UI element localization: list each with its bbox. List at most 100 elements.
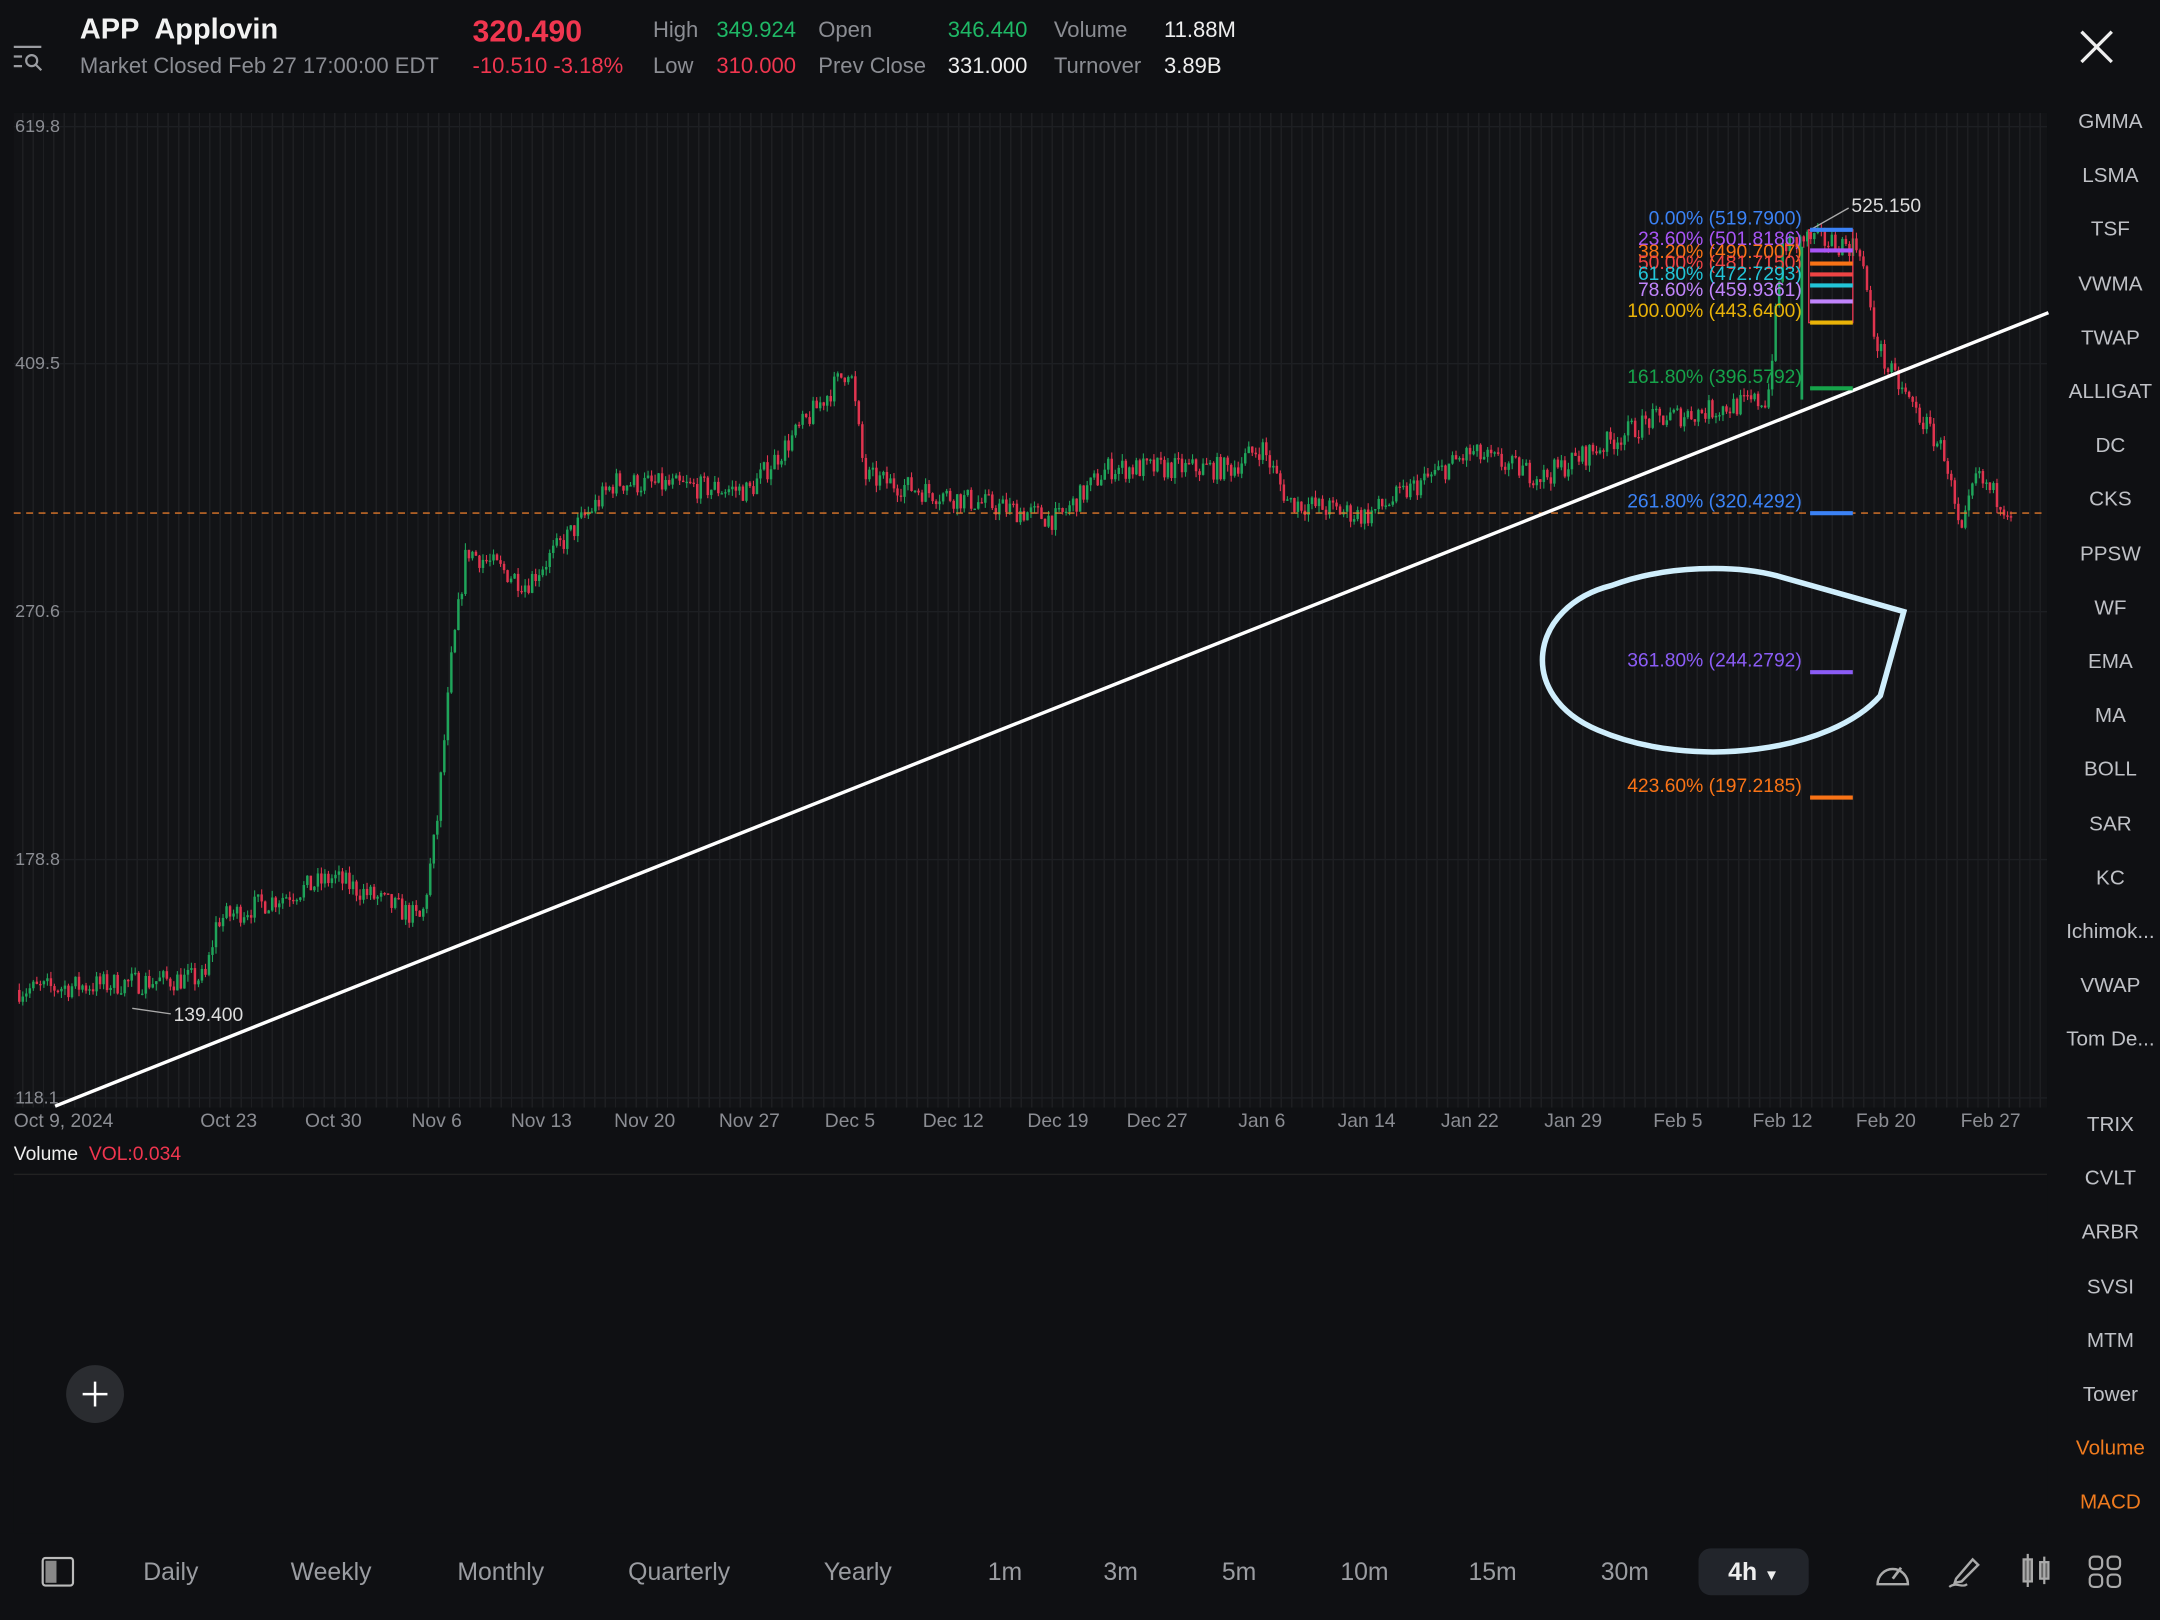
candle-body [1686,411,1690,418]
indicator-cvlt[interactable]: CVLT [2061,1167,2160,1190]
candle-body [1707,400,1711,419]
candle-body [1198,471,1201,475]
indicator-ma[interactable]: MA [2061,704,2160,727]
candle-body [667,480,671,485]
timeframe-quarterly[interactable]: Quarterly [628,1558,730,1587]
candle-body [811,400,815,424]
candle-body [299,897,302,900]
candle-body [39,983,42,986]
timeframe-selector-4h[interactable]: 4h ▼ [1698,1548,1809,1596]
candle-body [1556,459,1560,468]
indicator-cks[interactable]: CKS [2061,488,2160,511]
candle-body [1609,431,1612,440]
indicator-trix[interactable]: TRIX [2061,1113,2160,1136]
candle-body [1904,387,1907,392]
candle-body [1293,498,1296,512]
candle-body [1525,462,1528,466]
indicator-dc[interactable]: DC [2061,434,2160,457]
speedometer-icon[interactable] [1873,1554,1912,1590]
indicator-ppsw[interactable]: PPSW [2061,542,2160,565]
indicator-svsi[interactable]: SVSI [2061,1275,2160,1298]
timeframe-30m[interactable]: 30m [1601,1558,1649,1587]
add-indicator-button[interactable] [66,1365,124,1424]
candle-body [892,478,896,489]
candle-body [1005,499,1008,513]
timeframe-3m[interactable]: 3m [1103,1558,1137,1587]
timeframe-weekly[interactable]: Weekly [291,1558,372,1587]
indicator-kc[interactable]: KC [2061,866,2160,889]
indicator-tomde[interactable]: Tom De... [2061,1028,2160,1051]
candle-body [1096,473,1099,486]
candle-body [1714,415,1718,418]
indicator-lsma[interactable]: LSMA [2061,164,2160,187]
indicator-alligat[interactable]: ALLIGAT [2061,380,2160,403]
volume-header: Volume VOL:0.034 [13,1141,182,1165]
candle-body [509,578,513,583]
candle-body [1135,460,1138,475]
indicator-twap[interactable]: TWAP [2061,326,2160,349]
candle-body [1957,503,1960,521]
indicator-volume[interactable]: Volume [2061,1437,2160,1460]
candle-body [1215,456,1219,480]
candle-body [1423,473,1426,481]
candle-body [1247,446,1250,454]
indicator-ema[interactable]: EMA [2061,650,2160,673]
candle-body [787,440,790,451]
fib-level-label: 261.80% (320.4292) [1627,492,1802,513]
candle-body [1254,452,1258,455]
candle-body [457,599,460,631]
indicator-ichimok[interactable]: Ichimok... [2061,920,2160,943]
candle-body [924,484,927,502]
candle-body [1243,453,1247,464]
candle-body [42,981,46,985]
timeframe-10m[interactable]: 10m [1340,1558,1388,1587]
candle-body [320,873,323,884]
candle-body [362,888,365,900]
indicator-tsf[interactable]: TSF [2061,218,2160,241]
fib-level-label: 78.60% (459.9361) [1638,280,1802,301]
candle-body [748,482,752,487]
candle-body [1640,415,1644,438]
candle-body [1637,436,1640,439]
candlestick-type-icon[interactable] [2017,1551,2056,1590]
indicator-wf[interactable]: WF [2061,596,2160,619]
candle-body [369,886,372,896]
candle-body [573,525,576,537]
indicator-macd[interactable]: MACD [2061,1491,2160,1514]
candle-body [1939,440,1943,444]
candle-body [1697,409,1700,422]
candle-body [1352,519,1356,522]
indicator-tower[interactable]: Tower [2061,1383,2160,1406]
candle-body [513,573,516,579]
indicator-arbr[interactable]: ARBR [2061,1221,2160,1244]
timeframe-yearly[interactable]: Yearly [824,1558,892,1587]
candle-body [1739,395,1742,415]
indicator-gmma[interactable]: GMMA [2061,110,2160,133]
indicator-mtm[interactable]: MTM [2061,1329,2160,1352]
grid-apps-icon[interactable] [2087,1554,2123,1590]
candle-body [959,494,962,509]
timeframe-5m[interactable]: 5m [1222,1558,1256,1587]
indicator-vwap[interactable]: VWAP [2061,974,2160,997]
candle-body [221,917,225,927]
draw-pen-icon[interactable] [1945,1551,1984,1590]
layout-toggle-icon[interactable] [41,1556,75,1587]
indicator-vwma[interactable]: VWMA [2061,272,2160,295]
candle-body [1735,398,1739,415]
timeframe-monthly[interactable]: Monthly [457,1558,544,1587]
candle-body [1082,485,1085,500]
timeframe-15m[interactable]: 15m [1468,1558,1516,1587]
timeframe-daily[interactable]: Daily [143,1558,198,1587]
candle-body [450,652,453,693]
candle-body [1156,457,1159,472]
candle-body [797,424,801,427]
volume-chart[interactable] [13,1173,2048,1534]
candle-body [854,376,857,402]
candle-body [1876,336,1879,352]
date-axis-label: Nov 13 [511,1111,572,1132]
candle-body [1321,498,1324,510]
timeframe-1m[interactable]: 1m [988,1558,1022,1587]
indicator-boll[interactable]: BOLL [2061,758,2160,781]
indicator-sar[interactable]: SAR [2061,812,2160,835]
candle-body [46,978,49,982]
